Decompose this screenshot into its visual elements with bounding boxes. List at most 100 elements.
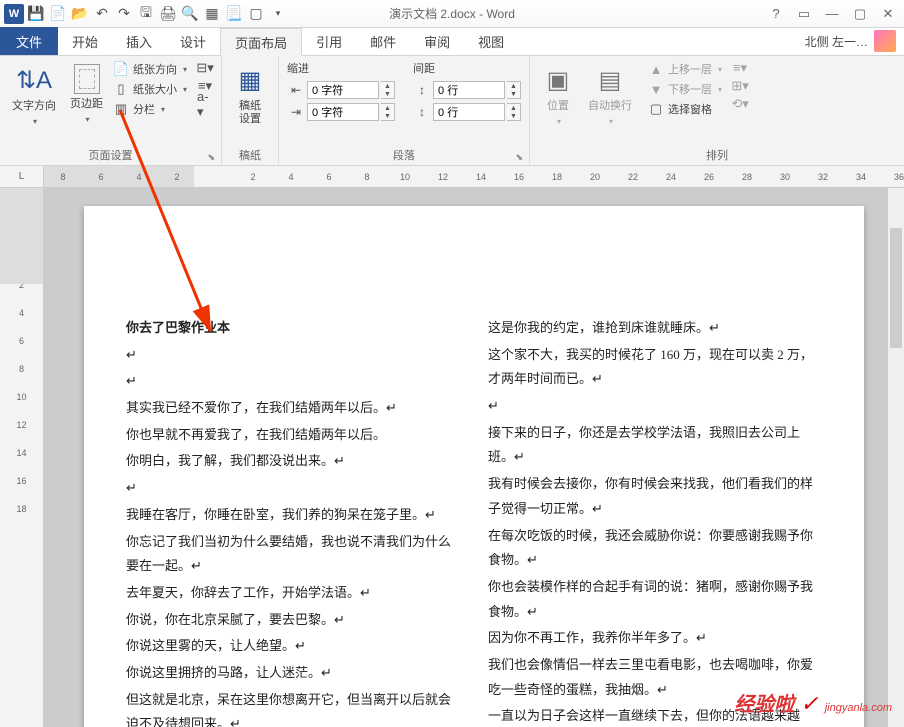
spacing-before-value[interactable]: 0 行 <box>433 81 505 99</box>
hyphenation-icon[interactable]: a-▾ <box>197 96 213 112</box>
spinner-up[interactable]: ▲ <box>381 82 394 90</box>
tab-mailings[interactable]: 邮件 <box>356 27 410 55</box>
chevron-down-icon: ▾ <box>609 117 613 126</box>
selection-pane-button[interactable]: ▢ 选择窗格 <box>648 100 722 118</box>
indent-right-value[interactable]: 0 字符 <box>307 103 379 121</box>
paragraph[interactable]: 你忘记了我们当初为什么要结婚，我也说不清我们为什么要在一起。↵ <box>126 530 460 579</box>
vertical-ruler[interactable]: 4224681012141618 <box>0 188 44 727</box>
group-icon[interactable]: ⊞▾ <box>732 78 748 94</box>
bring-forward-button[interactable]: ▲ 上移一层 ▾ <box>648 60 722 78</box>
spinner-up[interactable]: ▲ <box>381 104 394 112</box>
paragraph[interactable]: 我有时候会去接你，你有时候会来找我，他们看我们的样子觉得一切正常。↵ <box>488 472 822 521</box>
send-backward-button[interactable]: ▼ 下移一层 ▾ <box>648 80 722 98</box>
paragraph[interactable]: 这个家不大，我买的时候花了 160 万，现在可以卖 2 万，才两年时间而已。↵ <box>488 343 822 392</box>
indent-left-value[interactable]: 0 字符 <box>307 81 379 99</box>
breaks-icon[interactable]: ⊟▾ <box>197 60 213 76</box>
bring-forward-icon: ▲ <box>648 61 664 77</box>
spacing-after-value[interactable]: 0 行 <box>433 103 505 121</box>
print-icon[interactable]: 🖨 <box>158 4 178 24</box>
paragraph[interactable]: 在每次吃饭的时候，我还会威胁你说：你要感谢我赐予你食物。↵ <box>488 524 822 573</box>
spinner-up[interactable]: ▲ <box>507 82 520 90</box>
orientation-button[interactable]: 📄 纸张方向 ▾ <box>113 60 187 78</box>
spacing-before-spinner[interactable]: ↕ 0 行 ▲▼ <box>413 81 521 99</box>
save2-icon[interactable]: 🖫 <box>136 4 156 24</box>
paragraph[interactable]: 你说，你在北京呆腻了，要去巴黎。↵ <box>126 608 460 633</box>
align-icon[interactable]: ≡▾ <box>732 60 748 76</box>
tab-references[interactable]: 引用 <box>302 27 356 55</box>
page[interactable]: 你去了巴黎作业本 ↵↵其实我已经不爱你了，在我们结婚两年以后。↵你也早就不再爱我… <box>84 206 864 727</box>
spinner-down[interactable]: ▼ <box>507 112 520 120</box>
page-icon[interactable]: 📃 <box>224 4 244 24</box>
avatar[interactable] <box>874 30 896 52</box>
ruler-tick: 6 <box>310 166 348 188</box>
indent-left-spinner[interactable]: ⇤ 0 字符 ▲▼ <box>287 81 395 99</box>
paragraph[interactable]: ↵ <box>126 343 460 368</box>
paragraph[interactable]: 去年夏天，你辞去了工作，开始学法语。↵ <box>126 581 460 606</box>
paragraph[interactable]: 接下来的日子，你还是去学校学法语，我照旧去公司上班。↵ <box>488 421 822 470</box>
tab-design[interactable]: 设计 <box>166 27 220 55</box>
spinner-down[interactable]: ▼ <box>381 90 394 98</box>
paragraph[interactable]: 其实我已经不爱你了，在我们结婚两年以后。↵ <box>126 396 460 421</box>
horizontal-ruler[interactable]: 8642246810121416182022242628303234363840… <box>44 166 904 188</box>
paragraph[interactable]: ↵ <box>126 476 460 501</box>
ruler-tick: 2 <box>158 166 196 188</box>
margins-button[interactable]: 页边距 ▾ <box>66 60 107 128</box>
blank-icon[interactable]: ▢ <box>246 4 266 24</box>
group-label-page-setup[interactable]: 页面设置 <box>8 145 213 163</box>
vertical-scrollbar[interactable] <box>888 188 904 727</box>
paragraph[interactable]: 你也会装模作样的合起手有词的说：猪啊，感谢你赐予我食物。↵ <box>488 575 822 624</box>
wrap-text-button[interactable]: ▤ 自动换行 ▾ <box>584 60 636 130</box>
spinner-up[interactable]: ▲ <box>507 104 520 112</box>
file-tab[interactable]: 文件 <box>0 27 58 55</box>
save-icon[interactable]: 💾 <box>26 4 46 24</box>
table-icon[interactable]: ▦ <box>202 4 222 24</box>
tab-review[interactable]: 审阅 <box>410 27 464 55</box>
paragraph[interactable]: 但这就是北京，呆在这里你想离开它，但当离开以后就会迫不及待想回来。↵ <box>126 688 460 727</box>
rotate-icon[interactable]: ⟲▾ <box>732 96 748 112</box>
paragraph[interactable]: 你说这里雾的天，让人绝望。↵ <box>126 634 460 659</box>
minimize-button[interactable]: — <box>820 4 844 24</box>
paragraph[interactable]: 你明白，我了解，我们都没说出来。↵ <box>126 449 460 474</box>
manuscript-settings-button[interactable]: ▦ 稿纸 设置 <box>230 60 270 130</box>
position-button[interactable]: ▣ 位置 ▾ <box>538 60 578 130</box>
paragraph[interactable]: ↵ <box>488 394 822 419</box>
undo-icon[interactable]: ↶ <box>92 4 112 24</box>
open-icon[interactable]: 📂 <box>70 4 90 24</box>
new-doc-icon[interactable]: 📄 <box>48 4 68 24</box>
close-button[interactable]: ✕ <box>876 4 900 24</box>
paragraph[interactable]: ↵ <box>126 369 460 394</box>
spinner-down[interactable]: ▼ <box>381 112 394 120</box>
preview-icon[interactable]: 🔍 <box>180 4 200 24</box>
paragraph[interactable]: 你说这里拥挤的马路，让人迷茫。↵ <box>126 661 460 686</box>
maximize-button[interactable]: ▢ <box>848 4 872 24</box>
title-bar: W 💾 📄 📂 ↶ ↷ 🖫 🖨 🔍 ▦ 📃 ▢ ▾ 演示文档 2.docx - … <box>0 0 904 28</box>
chevron-down-icon: ▾ <box>33 117 37 126</box>
page-content[interactable]: 你去了巴黎作业本 ↵↵其实我已经不爱你了，在我们结婚两年以后。↵你也早就不再爱我… <box>126 316 822 727</box>
position-icon: ▣ <box>542 64 574 96</box>
tab-home[interactable]: 开始 <box>58 27 112 55</box>
redo-icon[interactable]: ↷ <box>114 4 134 24</box>
size-button[interactable]: ▯ 纸张大小 ▾ <box>113 80 187 98</box>
tab-page-layout[interactable]: 页面布局 <box>220 28 302 56</box>
spinner-down[interactable]: ▼ <box>507 90 520 98</box>
doc-heading[interactable]: 你去了巴黎作业本 <box>126 316 460 341</box>
group-label-paragraph[interactable]: 段落 <box>287 145 521 163</box>
tab-view[interactable]: 视图 <box>464 27 518 55</box>
ribbon-toggle-button[interactable]: ▭ <box>792 4 816 24</box>
scroll-thumb[interactable] <box>890 228 902 348</box>
spacing-after-spinner[interactable]: ↕ 0 行 ▲▼ <box>413 103 521 121</box>
paragraph[interactable]: 因为你不再工作，我养你半年多了。↵ <box>488 626 822 651</box>
user-name[interactable]: 北侧 左一… <box>805 33 868 50</box>
columns-button[interactable]: ▥ 分栏 ▾ <box>113 100 187 118</box>
paragraph[interactable]: 这是你我的约定，谁抢到床谁就睡床。↵ <box>488 316 822 341</box>
text-direction-button[interactable]: ⇅A 文字方向 ▾ <box>8 60 60 130</box>
send-backward-icon: ▼ <box>648 81 664 97</box>
paragraph[interactable]: 你也早就不再爱我了，在我们结婚两年以后。 <box>126 423 460 448</box>
qat-more-icon[interactable]: ▾ <box>268 4 288 24</box>
tab-insert[interactable]: 插入 <box>112 27 166 55</box>
indent-right-spinner[interactable]: ⇥ 0 字符 ▲▼ <box>287 103 395 121</box>
help-button[interactable]: ? <box>764 4 788 24</box>
ruler-corner: L <box>0 166 44 188</box>
document-area[interactable]: 你去了巴黎作业本 ↵↵其实我已经不爱你了，在我们结婚两年以后。↵你也早就不再爱我… <box>44 188 904 727</box>
paragraph[interactable]: 我睡在客厅，你睡在卧室，我们养的狗呆在笼子里。↵ <box>126 503 460 528</box>
